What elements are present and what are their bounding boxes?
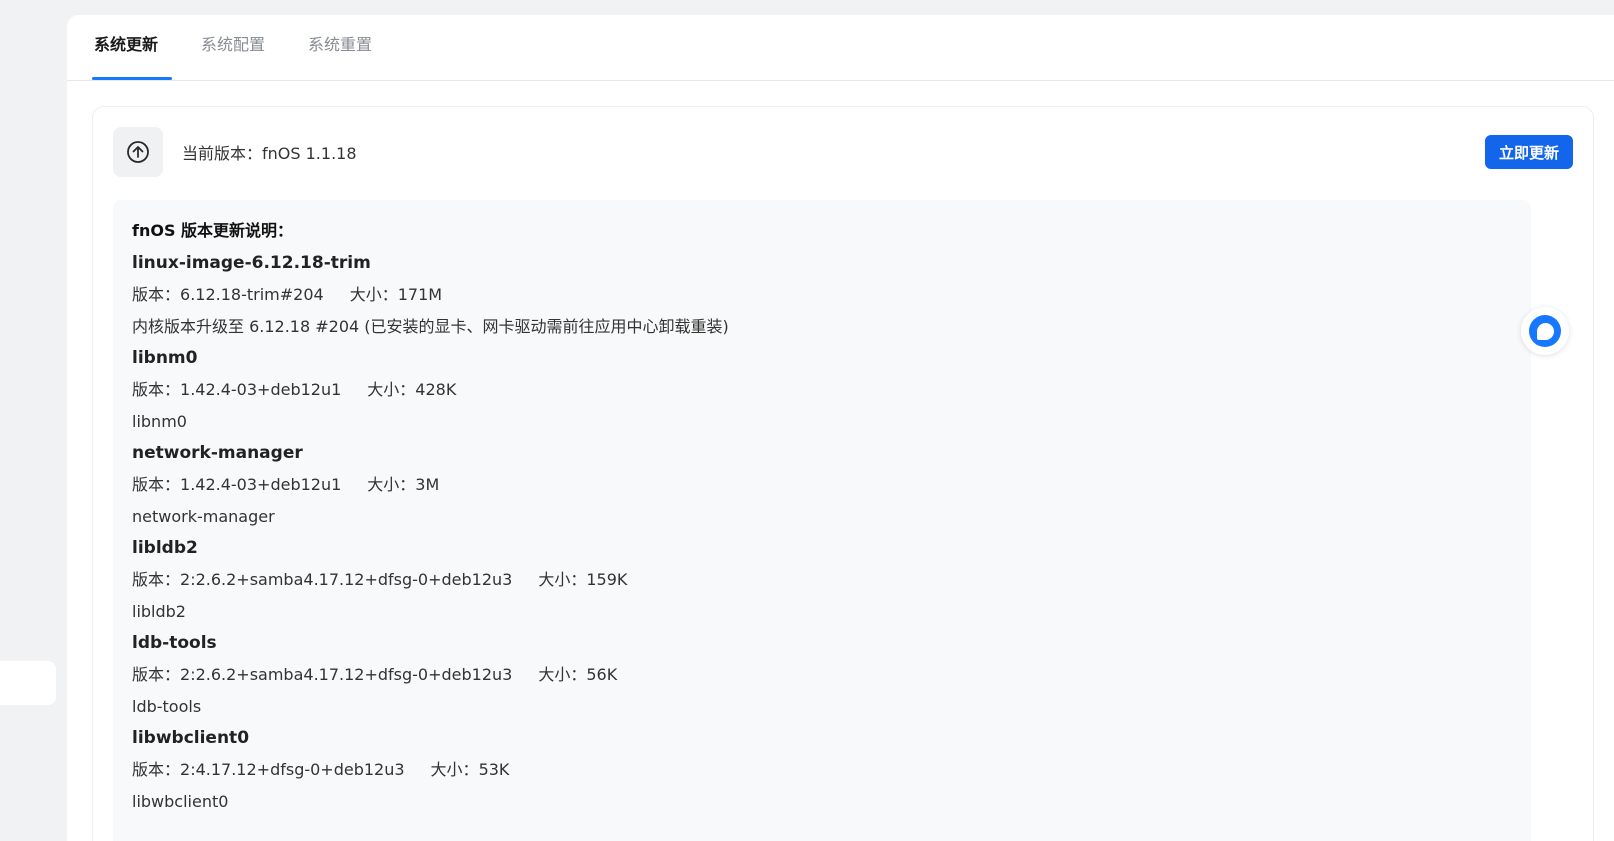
package-version: 1.42.4-03+deb12u1 — [180, 380, 342, 399]
package-name: network-manager — [132, 443, 303, 463]
package-size: 56K — [586, 665, 618, 684]
version-prefix: 版本： — [132, 380, 181, 399]
package-name: ldb-tools — [132, 633, 217, 653]
release-notes: fnOS 版本更新说明： linux-image-6.12.18-trim 版本：… — [113, 200, 1531, 841]
size-prefix: 大小： — [367, 475, 416, 494]
package-meta: 版本：2:2.6.2+samba4.17.12+dfsg-0+deb12u3 大小… — [132, 564, 1512, 596]
size-prefix: 大小： — [430, 760, 479, 779]
version-prefix: 版本： — [132, 285, 181, 304]
current-version: 当前版本：fnOS 1.1.18 — [182, 143, 357, 165]
package-description: libnm0 — [132, 412, 187, 431]
update-card: 当前版本：fnOS 1.1.18 立即更新 fnOS 版本更新说明： linux… — [92, 106, 1594, 841]
size-prefix: 大小： — [367, 380, 416, 399]
package-size: 3M — [415, 475, 440, 494]
package-name: libldb2 — [132, 538, 198, 558]
package-entry: ldb-tools 版本：2:2.6.2+samba4.17.12+dfsg-0+… — [132, 628, 1512, 723]
package-version: 1.42.4-03+deb12u1 — [180, 475, 342, 494]
settings-panel: 系统更新 系统配置 系统重置 当前版本：fnOS 1.1.18 立即更新 fnO… — [67, 15, 1614, 841]
package-entry: libldb2 版本：2:2.6.2+samba4.17.12+dfsg-0+de… — [132, 533, 1512, 628]
release-notes-title: fnOS 版本更新说明： — [132, 221, 294, 240]
package-size: 428K — [415, 380, 457, 399]
update-now-button[interactable]: 立即更新 — [1484, 135, 1573, 169]
package-name: linux-image-6.12.18-trim — [132, 253, 371, 273]
active-tab-indicator — [92, 77, 172, 80]
package-meta: 版本：1.42.4-03+deb12u1 大小：3M — [132, 469, 1512, 501]
package-entry: network-manager 版本：1.42.4-03+deb12u1 大小：3M… — [132, 438, 1512, 533]
tab-system-config[interactable]: 系统配置 — [201, 33, 265, 57]
package-entry: libnm0 版本：1.42.4-03+deb12u1 大小：428K libnm0 — [132, 343, 1512, 438]
package-meta: 版本：2:4.17.12+dfsg-0+deb12u3 大小：53K — [132, 754, 1512, 786]
tab-system-update[interactable]: 系统更新 — [94, 33, 158, 57]
tab-system-reset[interactable]: 系统重置 — [308, 33, 372, 57]
package-description: libldb2 — [132, 602, 186, 621]
package-description: libwbclient0 — [132, 792, 229, 811]
version-prefix: 版本： — [132, 570, 181, 589]
size-prefix: 大小： — [538, 570, 587, 589]
version-prefix: 版本： — [132, 475, 181, 494]
package-meta: 版本：2:2.6.2+samba4.17.12+dfsg-0+deb12u3 大小… — [132, 659, 1512, 691]
package-version: 2:2.6.2+samba4.17.12+dfsg-0+deb12u3 — [180, 665, 513, 684]
package-meta: 版本：6.12.18-trim#204 大小：171M — [132, 279, 1512, 311]
package-entry: linux-image-6.12.18-trim 版本：6.12.18-trim#… — [132, 248, 1512, 343]
arrow-up-circle-icon — [113, 127, 163, 177]
package-entry: libwbclient0 版本：2:4.17.12+dfsg-0+deb12u3 大… — [132, 723, 1512, 818]
version-prefix: 版本： — [132, 760, 181, 779]
current-version-value: fnOS 1.1.18 — [262, 144, 357, 163]
package-description: network-manager — [132, 507, 275, 526]
package-name: libnm0 — [132, 348, 198, 368]
package-description: 内核版本升级至 6.12.18 #204 (已安装的显卡、网卡驱动需前往应用中心… — [132, 317, 729, 336]
package-description: ldb-tools — [132, 697, 202, 716]
package-version: 2:2.6.2+samba4.17.12+dfsg-0+deb12u3 — [180, 570, 513, 589]
package-name: libwbclient0 — [132, 728, 250, 748]
package-meta: 版本：1.42.4-03+deb12u1 大小：428K — [132, 374, 1512, 406]
package-size: 53K — [478, 760, 510, 779]
size-prefix: 大小： — [538, 665, 587, 684]
package-size: 171M — [397, 285, 443, 304]
current-version-label: 当前版本： — [182, 144, 263, 163]
package-version: 2:4.17.12+dfsg-0+deb12u3 — [180, 760, 405, 779]
chat-bubble-icon — [1529, 315, 1561, 347]
tab-bar: 系统更新 系统配置 系统重置 — [67, 15, 1614, 81]
floating-assistant-button[interactable] — [1521, 307, 1569, 355]
package-size: 159K — [586, 570, 628, 589]
sidebar-item-partial[interactable] — [0, 661, 56, 705]
version-prefix: 版本： — [132, 665, 181, 684]
package-list: linux-image-6.12.18-trim 版本：6.12.18-trim#… — [132, 248, 1512, 818]
size-prefix: 大小： — [349, 285, 398, 304]
package-version: 6.12.18-trim#204 — [180, 285, 324, 304]
